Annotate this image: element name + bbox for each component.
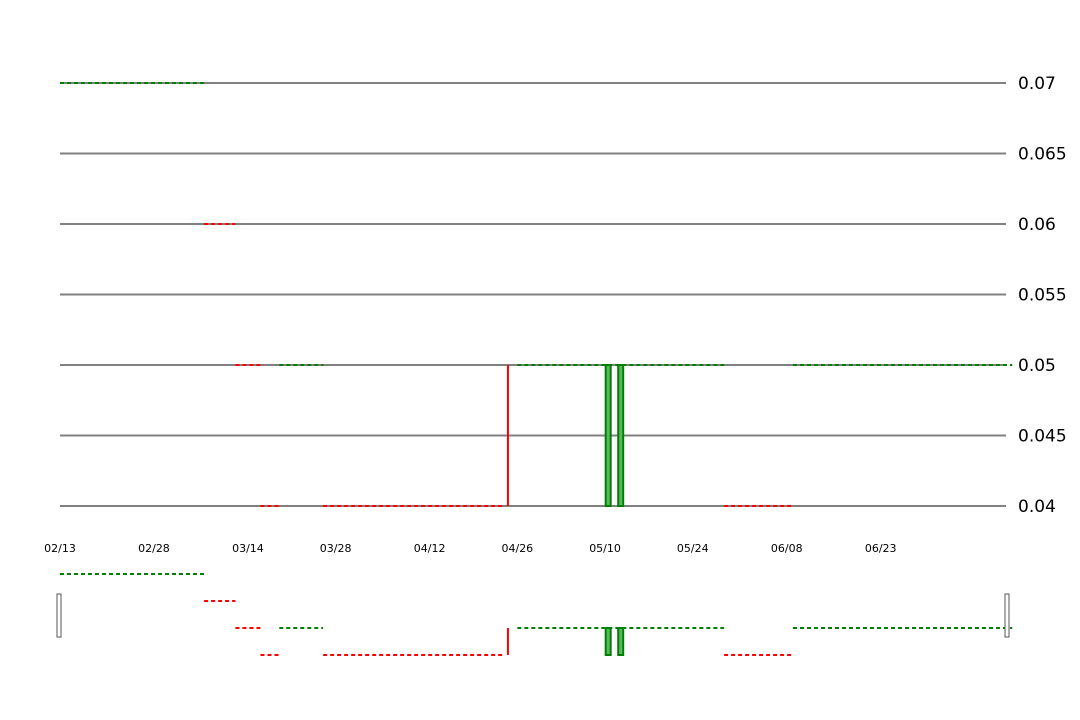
navigator-series[interactable] [60, 573, 1013, 656]
price-chart: 0.070.0650.060.0550.050.0450.04 02/13 02/… [44, 74, 1067, 656]
navigator-right-handle[interactable] [1004, 593, 1010, 638]
candle-up [604, 364, 612, 507]
x-tick-label: 02/28 [138, 542, 170, 555]
y-tick-label: 0.065 [1018, 145, 1067, 165]
y-gridlines [60, 82, 1006, 507]
x-tick-label: 03/14 [232, 542, 264, 555]
x-tick-label: 02/13 [44, 542, 76, 555]
y-tick-label: 0.05 [1018, 356, 1056, 376]
y-tick-label: 0.045 [1018, 427, 1067, 447]
x-tick-label: 05/10 [589, 542, 621, 555]
x-tick-label: 04/12 [414, 542, 446, 555]
navigator-candle-up [604, 627, 612, 656]
x-tick-label: 06/23 [865, 542, 897, 555]
y-tick-label: 0.04 [1018, 497, 1056, 517]
candle-up [617, 364, 625, 507]
y-tick-label: 0.07 [1018, 74, 1056, 94]
x-tick-label: 04/26 [501, 542, 533, 555]
y-tick-labels: 0.07 0.065 0.06 0.055 0.05 0.045 0.04 [1018, 74, 1067, 517]
navigator-candle-up [617, 627, 625, 656]
x-tick-label: 05/24 [677, 542, 709, 555]
x-tick-labels: 02/13 02/28 03/14 03/28 04/12 04/26 05/10 05/24… [44, 542, 896, 555]
x-tick-label: 03/28 [320, 542, 352, 555]
y-tick-label: 0.06 [1018, 215, 1056, 235]
navigator-handles[interactable] [56, 593, 1010, 638]
y-tick-label: 0.055 [1018, 286, 1067, 306]
x-tick-label: 06/08 [771, 542, 803, 555]
navigator-left-handle[interactable] [56, 593, 62, 638]
